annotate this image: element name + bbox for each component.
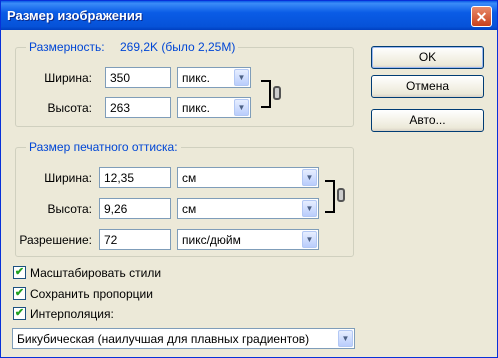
chevron-down-icon: ▼ [234,69,249,86]
chevron-down-icon: ▼ [302,231,317,248]
interpolation-value: Бикубическая (наилучшая для плавных град… [17,332,310,346]
resolution-unit-select[interactable]: пикс/дюйм ▼ [177,229,319,250]
checkmark-icon: ✔ [14,287,25,299]
pixel-dimensions-legend: Размерность: 269,2K (было 2,25M) [26,40,239,54]
resample-label[interactable]: Интерполяция: [30,307,114,321]
pixel-height-unit-select[interactable]: пикс. ▼ [177,97,251,118]
constrain-proportions-label[interactable]: Сохранить пропорции [30,287,153,301]
pixel-height-label: Высота: [47,101,92,115]
pixel-height-input[interactable]: 263 [105,97,171,118]
doc-width-input[interactable]: 12,35 [99,167,171,188]
pixel-width-unit-select[interactable]: пикс. ▼ [177,67,251,88]
cancel-button[interactable]: Отмена [371,75,484,98]
doc-width-unit-select[interactable]: см ▼ [177,167,319,188]
pixel-width-label: Ширина: [44,71,92,85]
pixel-width-unit: пикс. [182,71,210,85]
chevron-down-icon: ▼ [302,200,317,217]
pixel-height-unit: пикс. [182,101,210,115]
doc-width-unit: см [182,171,197,185]
checkmark-icon: ✔ [14,307,25,319]
doc-width-label: Ширина: [44,171,92,185]
doc-height-label: Высота: [47,202,92,216]
chain-link-icon [337,188,345,202]
pixel-width-input[interactable]: 350 [105,67,171,88]
auto-button[interactable]: Авто... [371,109,484,132]
chevron-down-icon: ▼ [234,99,249,116]
title-bar[interactable]: Размер изображения ✕ [1,1,497,30]
document-size-legend: Размер печатного оттиска: [26,140,181,154]
constrain-bracket [325,180,335,213]
close-icon: ✕ [475,9,488,25]
close-button[interactable]: ✕ [471,6,492,27]
chevron-down-icon: ▼ [302,169,317,186]
pixel-dimensions-label: Размерность: [29,40,105,54]
pixel-size-text: 269,2K (было 2,25M) [119,40,236,54]
checkmark-icon: ✔ [14,266,25,278]
resolution-unit: пикс/дюйм [182,233,241,247]
window-title: Размер изображения [7,8,143,23]
resolution-input[interactable]: 72 [99,229,171,250]
document-size-group: Размер печатного оттиска: Ширина: 12,35 … [15,140,354,257]
interpolation-select[interactable]: Бикубическая (наилучшая для плавных град… [12,328,355,349]
constrain-proportions-checkbox[interactable]: ✔ [13,287,26,300]
doc-height-unit: см [182,202,197,216]
doc-height-input[interactable]: 9,26 [99,198,171,219]
ok-button[interactable]: OK [371,46,484,69]
chain-link-icon [273,86,281,100]
constrain-bracket [261,80,271,108]
resolution-label: Разрешение: [19,233,92,247]
image-size-dialog: Размер изображения ✕ Размерность: 269,2K… [0,0,498,358]
resample-checkbox[interactable]: ✔ [13,307,26,320]
chevron-down-icon: ▼ [338,330,353,347]
scale-styles-checkbox[interactable]: ✔ [13,266,26,279]
pixel-dimensions-group: Размерность: 269,2K (было 2,25M) Ширина:… [15,40,354,127]
doc-height-unit-select[interactable]: см ▼ [177,198,319,219]
scale-styles-label[interactable]: Масштабировать стили [30,266,161,280]
